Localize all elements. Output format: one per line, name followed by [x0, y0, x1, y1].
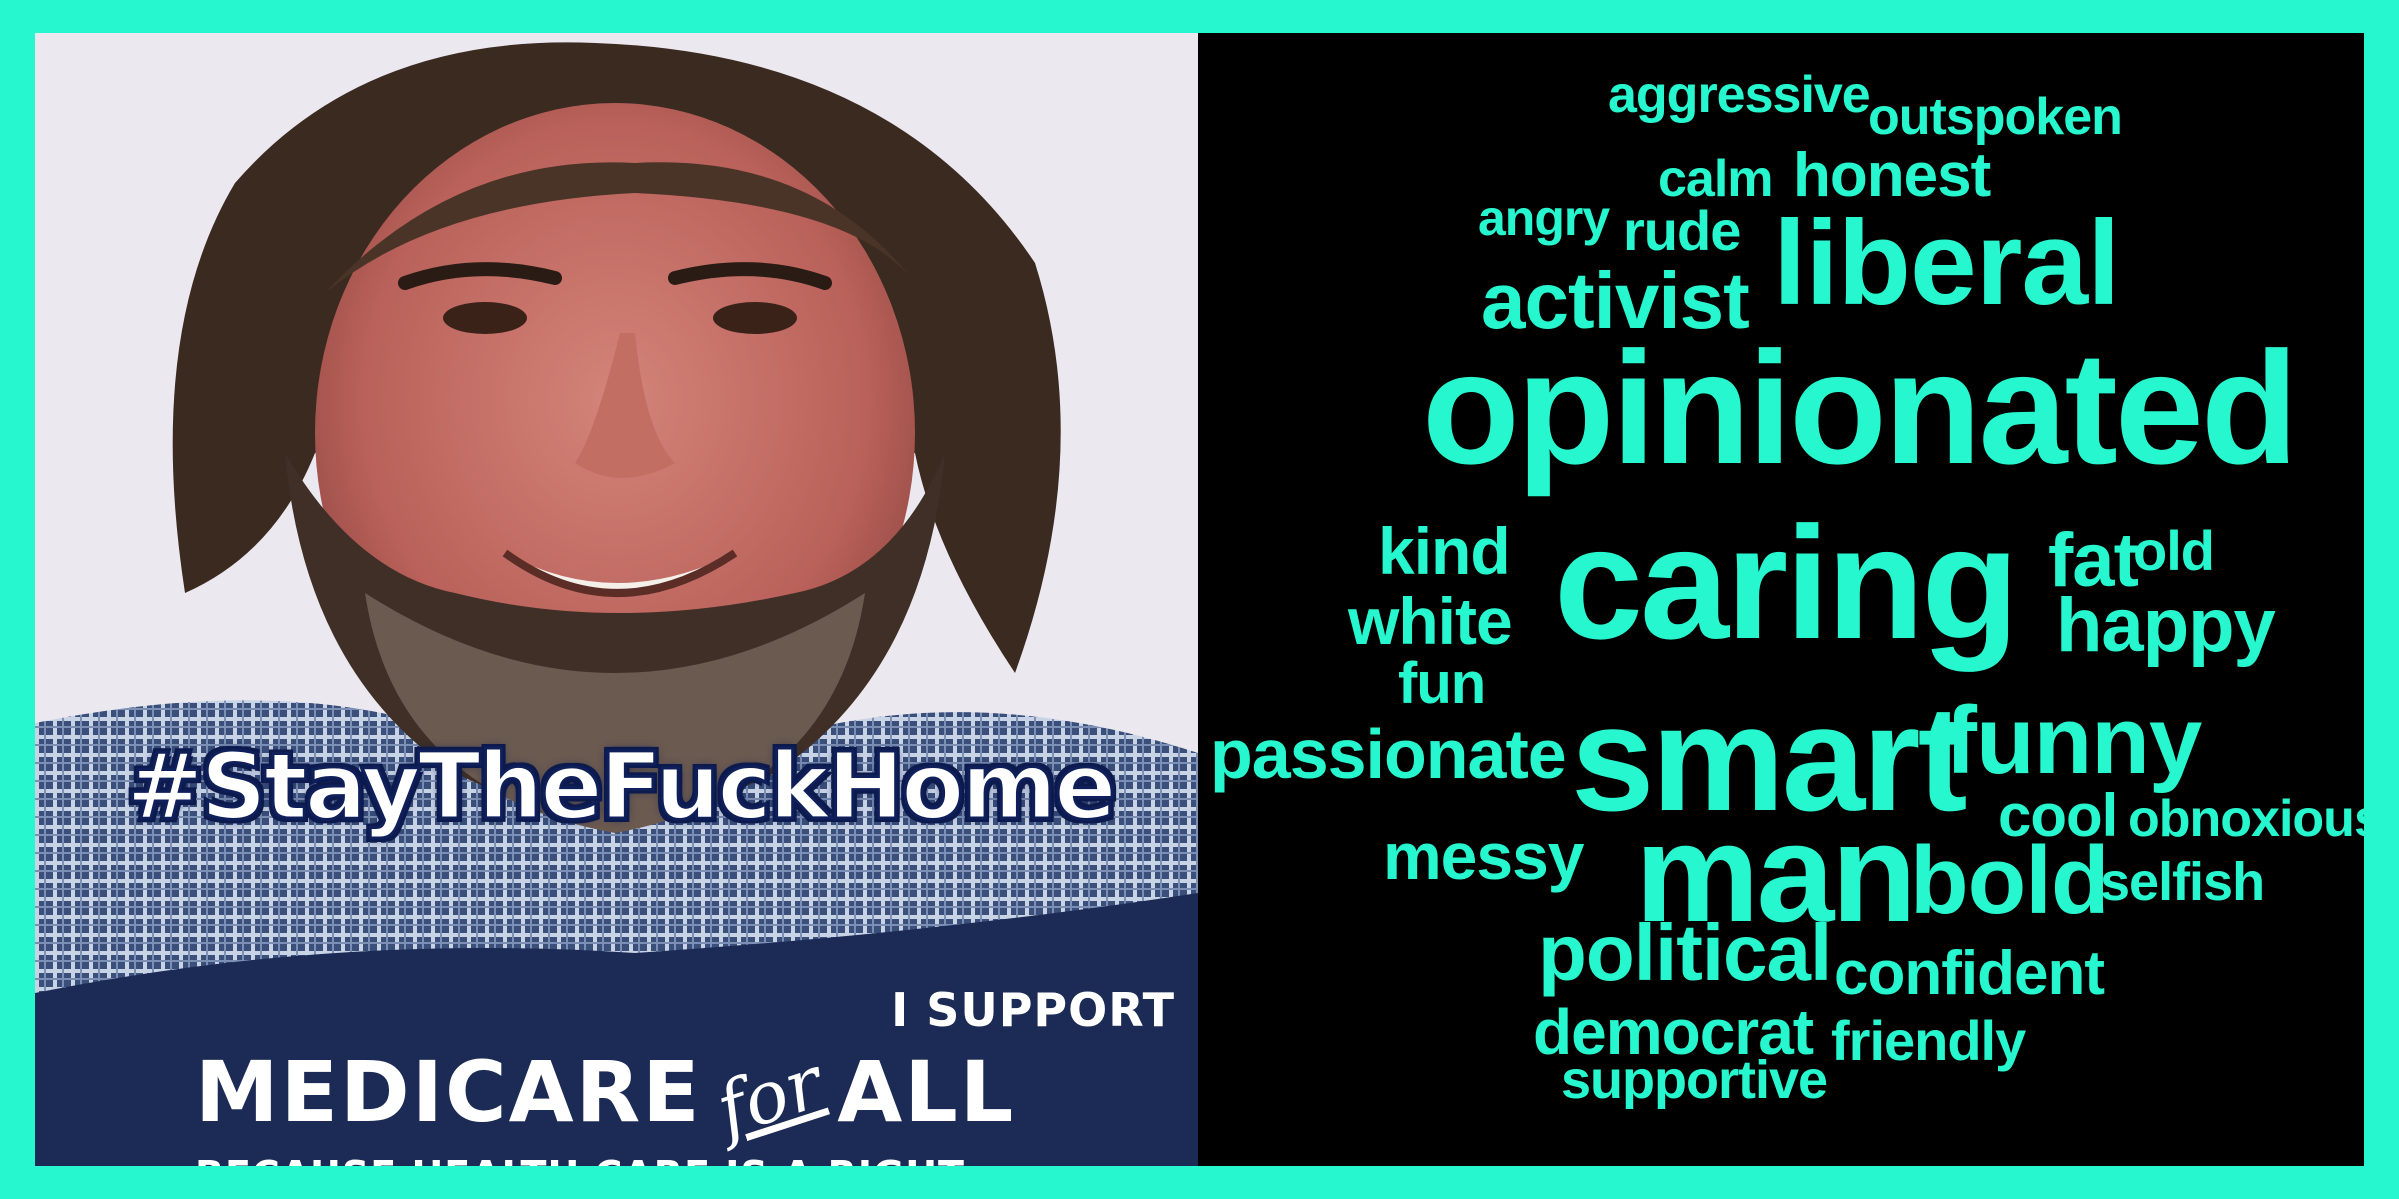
word-white: white: [1348, 584, 1513, 658]
word-obnoxious: obnoxious: [2128, 790, 2364, 848]
word-confident: confident: [1834, 939, 2105, 1008]
hashtag-overlay: #StayTheFuckHome: [125, 732, 1118, 842]
word-liberal: liberal: [1773, 196, 2120, 330]
word-outspoken: outspoken: [1868, 88, 2123, 146]
word-fun: fun: [1398, 651, 1486, 716]
word-bold: bold: [1910, 827, 2110, 934]
word-old: old: [2133, 519, 2215, 582]
medicare-for-all-line: MEDICARE for ALL: [195, 1040, 1185, 1152]
word-messy: messy: [1383, 819, 1585, 893]
word-rude: rude: [1623, 199, 1741, 262]
word-aggressive: aggressive: [1608, 66, 1871, 124]
tagline: BECAUSE HEALTH CARE IS A RIGHT.: [195, 1153, 1195, 1166]
for-word: for: [706, 1039, 833, 1153]
word-cloud: aggressive outspoken calm honest angry r…: [1198, 33, 2364, 1166]
word-angry: angry: [1478, 190, 1610, 246]
word-supportive: supportive: [1561, 1050, 1828, 1110]
medicare-word: MEDICARE: [195, 1043, 702, 1141]
all-word: ALL: [837, 1043, 1016, 1141]
word-caring: caring: [1554, 493, 2019, 672]
word-selfish: selfish: [2100, 852, 2265, 912]
word-opinionated: opinionated: [1422, 318, 2299, 497]
word-calm: calm: [1658, 150, 1774, 208]
word-happy: happy: [2056, 583, 2276, 668]
photo-panel: #StayTheFuckHome I SUPPORT MEDICARE for …: [35, 33, 1198, 1166]
word-friendly: friendly: [1831, 1009, 2026, 1072]
word-kind: kind: [1378, 514, 1511, 588]
word-funny: funny: [1945, 687, 2202, 794]
word-passionate: passionate: [1210, 715, 1567, 793]
support-line: I SUPPORT: [891, 983, 1175, 1037]
word-political: political: [1538, 908, 1832, 997]
